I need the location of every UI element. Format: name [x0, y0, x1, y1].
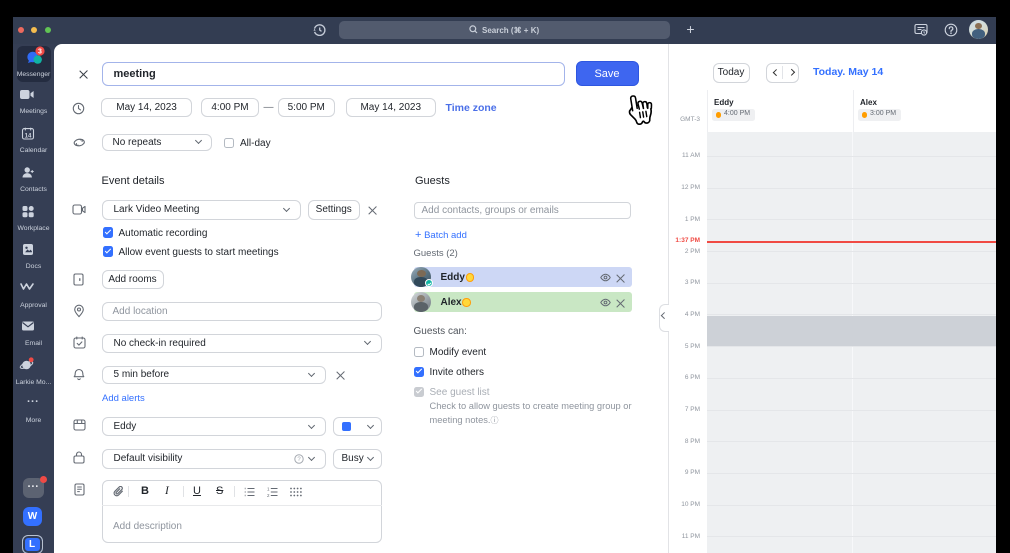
svg-text:2: 2 [267, 493, 270, 497]
svg-text:14: 14 [24, 133, 31, 139]
svg-text:1: 1 [267, 487, 270, 492]
svg-text:3: 3 [38, 49, 42, 56]
